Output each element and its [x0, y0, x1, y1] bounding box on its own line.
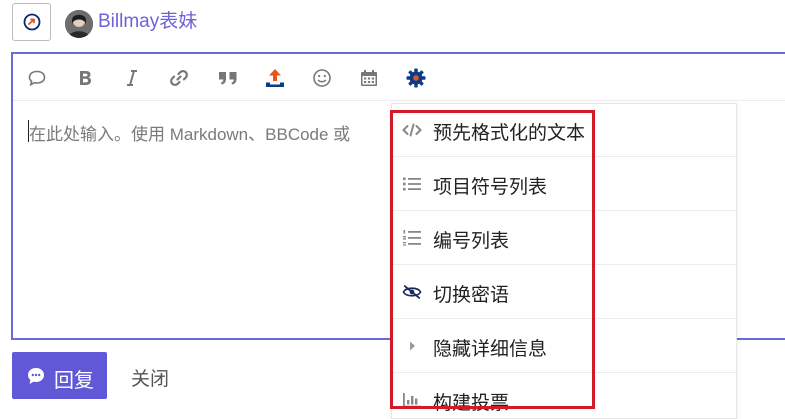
composer-header: Billmay表妹 [0, 0, 785, 44]
caret-right-icon [402, 337, 422, 355]
close-link[interactable]: 关闭 [131, 364, 169, 391]
reply-button[interactable]: 回复 [12, 352, 107, 399]
dropdown-item-bullet-list[interactable]: 项目符号列表 [392, 158, 736, 211]
bar-chart-icon [402, 391, 422, 409]
reply-arrow-icon [23, 13, 40, 31]
dropdown-item-toggle-spoiler[interactable]: 切换密语 [392, 266, 736, 319]
dropdown-item-hide-details[interactable]: 隐藏详细信息 [392, 320, 736, 373]
chat-bubble-icon [28, 368, 44, 384]
dropdown-item-label: 构建投票 [433, 393, 510, 414]
quote-icon[interactable] [25, 66, 49, 90]
dropdown-item-label: 项目符号列表 [433, 177, 548, 198]
code-icon [402, 121, 422, 139]
numbered-list-icon [402, 229, 422, 247]
italic-icon[interactable] [120, 66, 144, 90]
eye-slash-icon [402, 283, 422, 301]
dropdown-item-label: 切换密语 [433, 285, 510, 306]
bullet-list-icon [402, 175, 422, 193]
dropdown-item-preformatted[interactable]: 预先格式化的文本 [392, 104, 736, 157]
avatar[interactable] [65, 10, 93, 38]
link-icon[interactable] [167, 66, 191, 90]
dropdown-item-build-poll[interactable]: 构建投票 [392, 374, 736, 419]
dropdown-item-label: 预先格式化的文本 [433, 123, 586, 144]
options-dropdown: 预先格式化的文本 项目符号列表 编号列表 切换密语 隐藏详细信息 构建投票 [391, 103, 737, 419]
editor-toolbar [13, 54, 785, 101]
reply-button-label: 回复 [54, 370, 94, 392]
dropdown-item-label: 编号列表 [433, 231, 510, 252]
reply-textarea[interactable]: 在此处输入。使用 Markdown、BBCode 或 [29, 120, 350, 145]
dropdown-item-label: 隐藏详细信息 [433, 339, 548, 360]
blockquote-icon[interactable] [216, 66, 240, 90]
emoji-icon[interactable] [310, 66, 334, 90]
upload-icon[interactable] [263, 66, 287, 90]
calendar-icon[interactable] [357, 66, 381, 90]
dropdown-item-numbered-list[interactable]: 编号列表 [392, 212, 736, 265]
username-link[interactable]: Billmay表妹 [98, 10, 197, 34]
reply-to-button[interactable] [12, 3, 51, 41]
bold-icon[interactable] [73, 66, 97, 90]
gear-icon[interactable] [404, 66, 428, 90]
